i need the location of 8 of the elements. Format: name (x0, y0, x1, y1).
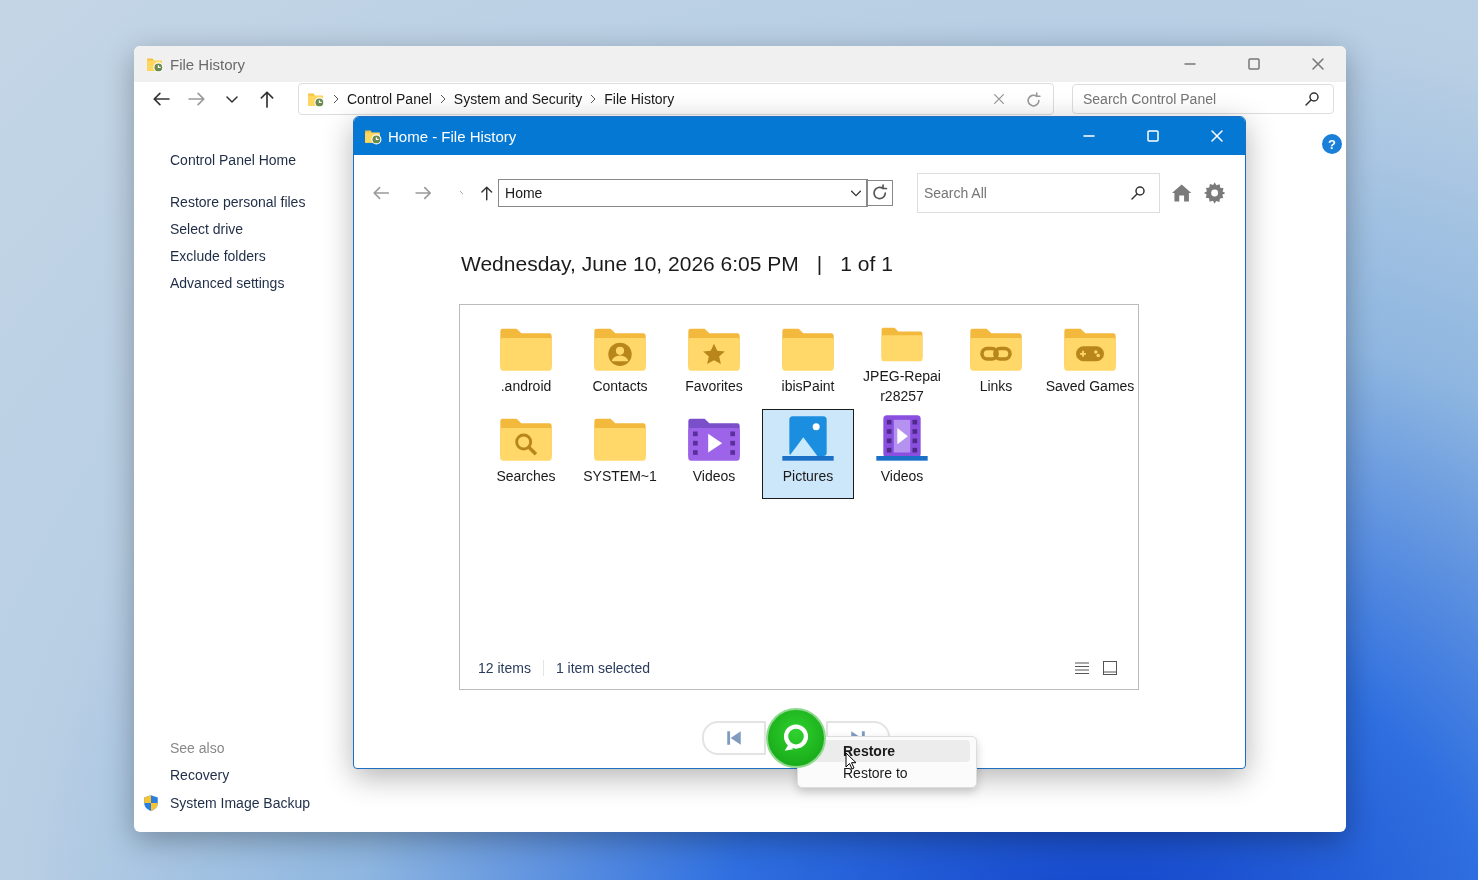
window-title: File History (170, 55, 245, 73)
page-count: 1 of 1 (840, 251, 893, 276)
selection-status: 1 item selected (542, 660, 651, 676)
item-count: 12 items (478, 660, 531, 676)
separator: | (816, 251, 823, 276)
section-heading: See also (170, 740, 225, 756)
window-title: Home - File History (388, 127, 517, 145)
backup-date: Wednesday, June 10, 2026 6:05 PM (461, 251, 799, 276)
